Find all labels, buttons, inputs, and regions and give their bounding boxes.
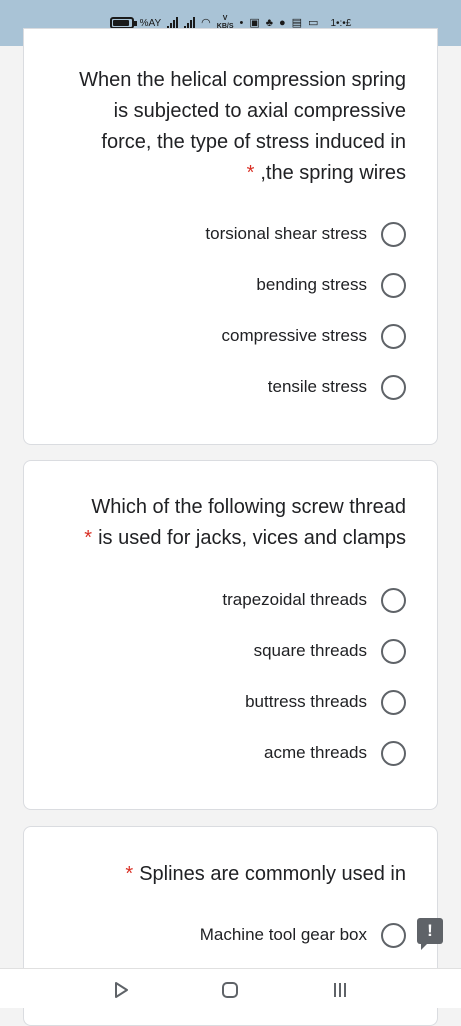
home-icon[interactable]	[219, 979, 241, 1001]
option-machine-tool-gear-box[interactable]: Machine tool gear box	[200, 922, 406, 948]
radio-button[interactable]	[381, 323, 406, 349]
option-label: buttress threads	[245, 692, 367, 711]
messenger-icon: ●	[278, 16, 286, 29]
option-label: Machine tool gear box	[199, 925, 367, 944]
question-card-2: Which of the following screw thread * is …	[23, 460, 438, 810]
option-buttress-threads[interactable]: buttress threads	[245, 689, 406, 715]
option-square-threads[interactable]: square threads	[254, 638, 406, 664]
required-asterisk: *	[125, 863, 134, 885]
option-label: compressive stress	[221, 326, 367, 345]
question-line: Which of the following screw thread	[91, 496, 406, 518]
question-text-1: When the helical compression spring is s…	[79, 65, 406, 189]
document-icon: ▤	[291, 16, 303, 29]
gallery-icon: ▣	[249, 16, 260, 29]
dot-icon: •	[239, 16, 244, 29]
radio-button[interactable]	[381, 740, 406, 766]
wifi-icon: ◠	[201, 16, 211, 29]
question-line: is used for jacks, vices and clamps	[98, 527, 406, 549]
feedback-label: !	[427, 921, 433, 940]
recents-icon[interactable]	[329, 979, 351, 1001]
radio-button[interactable]	[381, 689, 406, 715]
question-text-3: * Splines are commonly used in	[125, 859, 406, 890]
question-line: force, the type of stress induced in	[101, 131, 406, 153]
option-label: tensile stress	[267, 377, 367, 396]
question-line: When the helical compression spring	[79, 69, 406, 91]
radio-button[interactable]	[381, 221, 406, 247]
clock-time: 1•:•£	[330, 17, 352, 29]
option-label: square threads	[253, 641, 367, 660]
snapchat-icon: ♣	[265, 16, 273, 29]
question-line: ,the spring wires	[260, 162, 406, 184]
radio-button[interactable]	[381, 922, 406, 948]
option-compressive-stress[interactable]: compressive stress	[222, 323, 406, 349]
option-torsional-shear-stress[interactable]: torsional shear stress	[205, 221, 406, 247]
option-label: trapezoidal threads	[222, 590, 367, 609]
radio-button[interactable]	[381, 638, 406, 664]
radio-button[interactable]	[381, 374, 406, 400]
question-line: is subjected to axial compressive	[113, 100, 406, 122]
camera-icon: ▭	[308, 16, 319, 29]
battery-percent: %AY	[139, 17, 162, 29]
question-card-1: When the helical compression spring is s…	[23, 28, 438, 445]
option-tensile-stress[interactable]: tensile stress	[268, 374, 406, 400]
back-icon[interactable]	[110, 979, 132, 1001]
question-line: Splines are commonly used in	[139, 863, 406, 885]
question-text-2: Which of the following screw thread * is …	[84, 492, 406, 554]
radio-button[interactable]	[381, 272, 406, 298]
required-asterisk: *	[84, 527, 93, 549]
option-label: acme threads	[264, 743, 367, 762]
option-label: bending stress	[256, 275, 367, 294]
required-asterisk: *	[246, 162, 255, 184]
navigation-bar	[0, 968, 461, 1008]
option-label: torsional shear stress	[205, 224, 367, 243]
network-speed-value: V	[222, 15, 228, 22]
feedback-icon[interactable]: !	[417, 918, 443, 950]
radio-button[interactable]	[381, 587, 406, 613]
option-trapezoidal-threads[interactable]: trapezoidal threads	[222, 587, 406, 613]
option-acme-threads[interactable]: acme threads	[264, 740, 406, 766]
option-bending-stress[interactable]: bending stress	[256, 272, 406, 298]
